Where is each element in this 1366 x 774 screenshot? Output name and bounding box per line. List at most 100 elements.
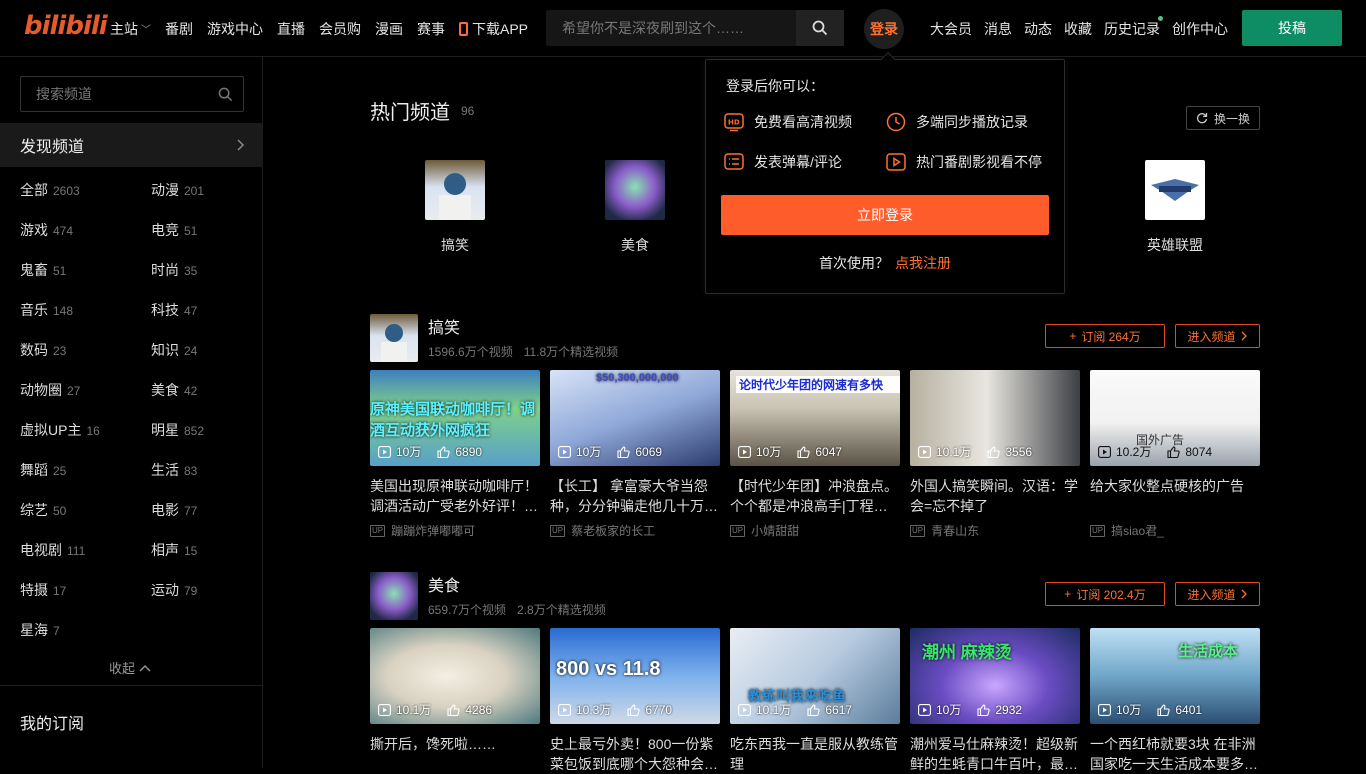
hd-icon: HD: [724, 113, 744, 132]
category-item[interactable]: 游戏 474: [20, 220, 73, 240]
video-thumbnail[interactable]: 10.1万 4286: [370, 628, 540, 724]
category-item[interactable]: 动漫 201: [151, 180, 204, 200]
category-item[interactable]: 时尚 35: [151, 260, 197, 280]
category-item[interactable]: 虚拟UP主 16: [20, 420, 100, 440]
category-item[interactable]: 动物圈 27: [20, 380, 80, 400]
uploader[interactable]: UP 蹦蹦炸弹嘟嘟可: [370, 522, 540, 539]
video-thumbnail[interactable]: 10.1万 3556: [910, 370, 1080, 466]
login-avatar-button[interactable]: 登录: [864, 9, 904, 49]
hot-channel-card[interactable]: 搞笑: [405, 160, 505, 255]
hot-channel-card[interactable]: 英雄联盟: [1125, 160, 1225, 255]
video-title[interactable]: 给大家伙整点硬核的广告: [1090, 476, 1260, 516]
search-button[interactable]: [796, 10, 844, 46]
category-item[interactable]: 明星 852: [151, 420, 204, 440]
nav-history[interactable]: 历史记录: [1104, 19, 1160, 39]
category-item[interactable]: 电视剧 111: [20, 540, 85, 560]
video-thumbnail[interactable]: 教练叫我来吃鱼 10.1万 6617: [730, 628, 900, 724]
search-input[interactable]: [546, 10, 796, 46]
video-card[interactable]: 潮州 麻辣烫 10万 2932 潮州爱马仕麻辣烫！超级新鲜的生蚝青口牛百叶，最…: [910, 628, 1080, 774]
video-thumbnail[interactable]: 论时代少年团的网速有多快 10万 6047: [730, 370, 900, 466]
nav-anime[interactable]: 番剧: [165, 19, 193, 39]
category-item[interactable]: 生活 83: [151, 460, 197, 480]
video-title[interactable]: 吃东西我一直是服从教练管理: [730, 734, 900, 774]
like-count: 6401: [1157, 703, 1202, 717]
video-card[interactable]: 10.1万 4286 撕开后，馋死啦……: [370, 628, 540, 774]
video-thumbnail[interactable]: 原神美国联动咖啡厅！调酒互动获外网疯狂 10万 6890: [370, 370, 540, 466]
register-link[interactable]: 点我注册: [895, 255, 951, 271]
video-thumbnail[interactable]: $50,300,000,000 10万 6069: [550, 370, 720, 466]
video-card[interactable]: 教练叫我来吃鱼 10.1万 6617 吃东西我一直是服从教练管理: [730, 628, 900, 774]
section-name[interactable]: 搞笑: [428, 314, 460, 338]
enter-channel-button[interactable]: 进入频道: [1175, 324, 1260, 348]
uploader[interactable]: UP 搞siao君_: [1090, 522, 1260, 539]
nav-esports[interactable]: 赛事: [417, 19, 445, 39]
nav-mall[interactable]: 会员购: [319, 19, 361, 39]
section-avatar[interactable]: [370, 314, 418, 362]
post-button[interactable]: 投稿: [1242, 10, 1342, 46]
category-item[interactable]: 美食 42: [151, 380, 197, 400]
category-item[interactable]: 特摄 17: [20, 580, 66, 600]
category-item[interactable]: 全部 2603: [20, 180, 80, 200]
section-avatar[interactable]: [370, 572, 418, 620]
nav-game-center[interactable]: 游戏中心: [207, 19, 263, 39]
video-thumbnail[interactable]: 潮州 麻辣烫 10万 2932: [910, 628, 1080, 724]
video-title[interactable]: 外国人搞笑瞬间。汉语：学会=忘不掉了: [910, 476, 1080, 516]
video-title[interactable]: 一个西红柿就要3块 在非洲国家吃一天生活成本要多…: [1090, 734, 1260, 774]
category-item[interactable]: 舞蹈 25: [20, 460, 66, 480]
subscribe-button[interactable]: + 订阅 202.4万: [1045, 582, 1165, 606]
nav-main-site[interactable]: 主站 ﹀: [110, 19, 151, 39]
video-title[interactable]: 撕开后，馋死啦……: [370, 734, 540, 774]
hot-channel-card[interactable]: 美食: [585, 160, 685, 255]
category-item[interactable]: 综艺 50: [20, 500, 66, 520]
search-icon[interactable]: [218, 87, 233, 102]
nav-live[interactable]: 直播: [277, 19, 305, 39]
video-card[interactable]: 原神美国联动咖啡厅！调酒互动获外网疯狂 10万 6890 美国出现原神联动咖啡厅…: [370, 370, 540, 539]
login-now-button[interactable]: 立即登录: [721, 195, 1049, 235]
collapse-button[interactable]: 收起: [109, 658, 151, 677]
video-thumbnail[interactable]: 国外广告 10.2万 8074: [1090, 370, 1260, 466]
category-item[interactable]: 星海 7: [20, 620, 60, 640]
video-title[interactable]: 美国出现原神联动咖啡厅！调酒活动广受老外好评！…: [370, 476, 540, 516]
video-card[interactable]: 10.1万 3556 外国人搞笑瞬间。汉语：学会=忘不掉了 UP 青春山东: [910, 370, 1080, 539]
discover-channels[interactable]: 发现频道: [0, 123, 263, 167]
category-item[interactable]: 运动 79: [151, 580, 197, 600]
nav-vip[interactable]: 大会员: [930, 19, 972, 39]
enter-channel-button[interactable]: 进入频道: [1175, 582, 1260, 606]
video-card[interactable]: 生活成本 10万 6401 一个西红柿就要3块 在非洲国家吃一天生活成本要多…: [1090, 628, 1260, 774]
category-item[interactable]: 电竞 51: [151, 220, 197, 240]
bilibili-logo[interactable]: bilibili: [24, 11, 108, 41]
nav-messages[interactable]: 消息: [984, 19, 1012, 39]
category-item[interactable]: 相声 15: [151, 540, 197, 560]
video-thumbnail[interactable]: 生活成本 10万 6401: [1090, 628, 1260, 724]
category-item[interactable]: 科技 47: [151, 300, 197, 320]
my-subscriptions[interactable]: 我的订阅: [0, 685, 263, 758]
video-title[interactable]: 潮州爱马仕麻辣烫！超级新鲜的生蚝青口牛百叶，最…: [910, 734, 1080, 774]
category-item[interactable]: 数码 23: [20, 340, 66, 360]
uploader[interactable]: UP 青春山东: [910, 522, 1080, 539]
uploader[interactable]: UP 蔡老板家的长工: [550, 522, 720, 539]
video-title[interactable]: 史上最亏外卖！800一份紫菜包饭到底哪个大怨种会…: [550, 734, 720, 774]
nav-dynamics[interactable]: 动态: [1024, 19, 1052, 39]
refresh-button[interactable]: 换一换: [1186, 106, 1260, 130]
video-card[interactable]: 800 vs 11.8 10.3万 6770 史上最亏外卖！800一份紫菜包饭到…: [550, 628, 720, 774]
video-card[interactable]: 论时代少年团的网速有多快 10万 6047 【时代少年团】冲浪盘点。个个都是冲浪…: [730, 370, 900, 539]
nav-creator-center[interactable]: 创作中心: [1172, 19, 1228, 39]
channel-search-input[interactable]: [21, 77, 211, 111]
category-item[interactable]: 知识 24: [151, 340, 197, 360]
uploader[interactable]: UP 小婧甜甜: [730, 522, 900, 539]
nav-favorites[interactable]: 收藏: [1064, 19, 1092, 39]
nav-manga[interactable]: 漫画: [375, 19, 403, 39]
video-thumbnail[interactable]: 800 vs 11.8 10.3万 6770: [550, 628, 720, 724]
category-name: 数码: [20, 342, 48, 358]
video-title[interactable]: 【长工】 拿富豪大爷当怨种，分分钟骗走他几十万…: [550, 476, 720, 516]
video-card[interactable]: $50,300,000,000 10万 6069 【长工】 拿富豪大爷当怨种，分…: [550, 370, 720, 539]
nav-download-app[interactable]: 下载APP: [459, 19, 528, 39]
category-item[interactable]: 音乐 148: [20, 300, 73, 320]
category-item[interactable]: 电影 77: [151, 500, 197, 520]
category-item[interactable]: 鬼畜 51: [20, 260, 66, 280]
video-card[interactable]: 国外广告 10.2万 8074 给大家伙整点硬核的广告 UP 搞siao君_: [1090, 370, 1260, 539]
section-name[interactable]: 美食: [428, 572, 460, 596]
category-count: 27: [67, 384, 81, 398]
subscribe-button[interactable]: + 订阅 264万: [1045, 324, 1165, 348]
video-title[interactable]: 【时代少年团】冲浪盘点。个个都是冲浪高手|丁程…: [730, 476, 900, 516]
